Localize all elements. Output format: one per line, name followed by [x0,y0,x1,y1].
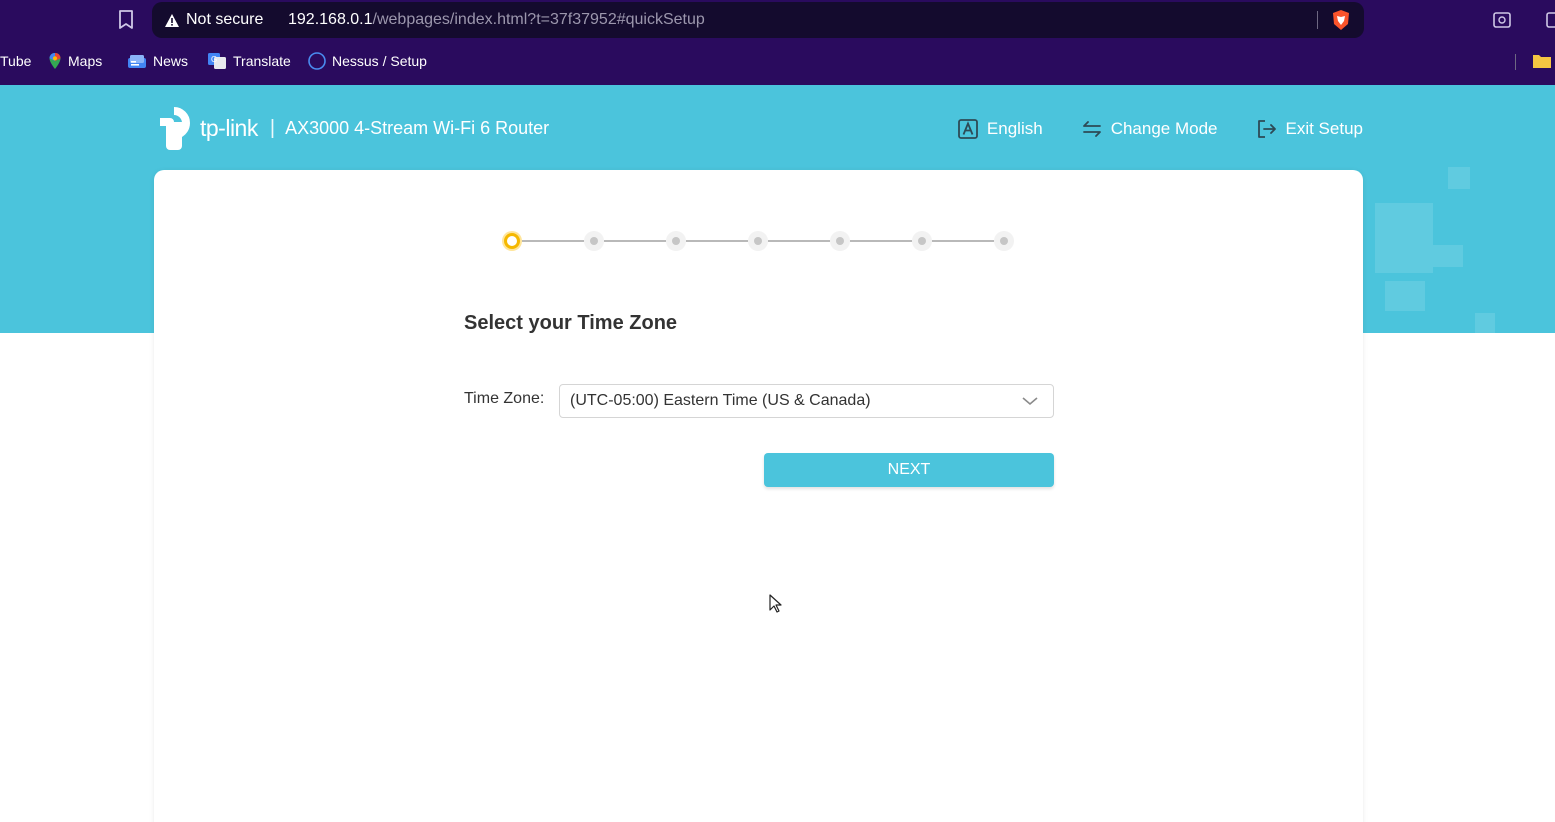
step-dot [666,231,686,251]
translate-icon: G [208,53,226,69]
switch-arrows-icon [1082,121,1101,137]
warning-icon [165,13,179,27]
bookmark-youtube[interactable]: Tube [0,44,31,78]
svg-text:G: G [211,55,217,64]
url-field[interactable]: 192.168.0.1/webpages/index.html?t=37f379… [288,2,705,38]
security-label: Not secure [186,11,264,28]
bookmark-label: Translate [233,53,291,69]
bookmark-translate[interactable]: G Translate [207,44,291,78]
setup-progress-stepper [502,230,1014,252]
bookmark-news[interactable]: News [127,44,188,78]
change-mode-label: Change Mode [1110,119,1218,138]
brave-shields-icon[interactable] [1330,9,1352,31]
bookmark-nessus[interactable]: Nessus / Setup [308,44,427,78]
bookmarks-bar: Tube Maps News G Translate Nessus / Setu… [0,44,1555,78]
decorative-pattern [1448,167,1470,189]
brand-separator: | [269,116,276,139]
bookmark-label: News [153,53,189,69]
address-divider [1317,11,1318,29]
browser-chrome: Not secure 192.168.0.1/webpages/index.ht… [0,0,1555,85]
quick-setup-card: Select your Time Zone Time Zone: (UTC-05… [154,170,1363,822]
decorative-pattern [1433,245,1463,267]
brand-name: tp-link [200,114,258,141]
language-icon [958,119,978,139]
step-connector [522,240,584,242]
tp-link-logo-icon [160,107,190,150]
globe-icon [308,52,326,70]
bookmark-label: Nessus / Setup [332,53,427,69]
reader-mode-icon[interactable] [1492,10,1512,30]
security-indicator[interactable]: Not secure [164,2,263,38]
model-name: AX3000 4-Stream Wi-Fi 6 Router [285,117,550,138]
language-label: English [986,119,1043,138]
step-connector [686,240,748,242]
url-path: /webpages/index.html?t=37f37952#quickSet… [372,11,705,28]
exit-setup-label: Exit Setup [1285,119,1364,138]
exit-setup-button[interactable]: Exit Setup [1256,118,1364,140]
chevron-down-icon [1022,397,1038,406]
decorative-pattern [1375,203,1433,273]
timezone-value: (UTC-05:00) Eastern Time (US & Canada) [570,392,871,409]
url-host: 192.168.0.1 [288,11,373,28]
tp-link-logo: tp-link | AX3000 4-Stream Wi-Fi 6 Router [152,104,549,152]
step-dot-active [502,231,522,251]
decorative-pattern [1475,313,1495,333]
step-dot [912,231,932,251]
step-dot [994,231,1014,251]
change-mode-button[interactable]: Change Mode [1081,119,1218,139]
page-title: Select your Time Zone [464,312,678,334]
mouse-pointer-icon [769,594,782,613]
header-actions: English Change Mode Exit Setup [957,114,1363,144]
maps-pin-icon [49,53,61,69]
sidebar-icon[interactable] [1545,10,1555,30]
step-connector [932,240,994,242]
exit-icon [1257,120,1276,138]
next-button[interactable]: NEXT [764,453,1054,487]
bookmark-label: Maps [68,53,103,69]
step-connector [850,240,912,242]
step-connector [768,240,830,242]
news-icon [128,55,146,68]
bookmark-label: Tube [0,53,32,69]
timezone-label: Time Zone: [464,390,545,407]
decorative-pattern [1385,281,1425,311]
address-bar[interactable]: Not secure 192.168.0.1/webpages/index.ht… [152,2,1364,38]
step-dot [748,231,768,251]
step-connector [604,240,666,242]
bookmarks-divider [1515,54,1516,70]
bookmark-page-icon[interactable] [114,8,138,32]
step-dot [830,231,850,251]
bookmark-maps[interactable]: Maps [48,44,102,78]
step-dot [584,231,604,251]
timezone-select[interactable]: (UTC-05:00) Eastern Time (US & Canada) [559,384,1054,418]
language-selector[interactable]: English [957,118,1043,140]
folder-icon[interactable] [1532,52,1552,70]
